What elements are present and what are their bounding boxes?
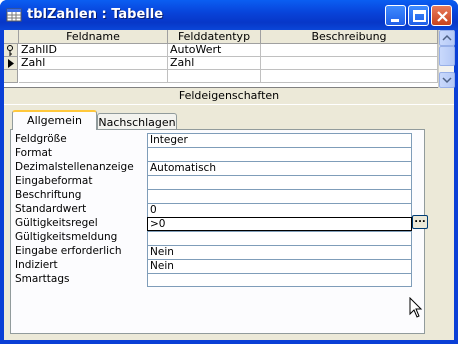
properties-panel: Feldgröße Integer Format Dezimalstellena… — [10, 129, 425, 334]
divider — [4, 104, 454, 105]
scroll-up-icon — [442, 34, 452, 41]
property-label: Eingabeformat — [15, 175, 93, 187]
field-description-cell[interactable] — [261, 44, 438, 57]
maximize-icon — [413, 10, 426, 22]
property-label: Gültigkeitsregel — [15, 217, 98, 229]
property-label: Dezimalstellenanzeige — [15, 161, 134, 173]
property-label: Feldgröße — [15, 133, 67, 145]
scroll-thumb[interactable] — [439, 46, 455, 66]
property-value[interactable] — [147, 189, 412, 203]
scroll-down-button[interactable] — [439, 72, 455, 88]
field-name-cell[interactable] — [19, 70, 168, 83]
field-description-cell[interactable] — [261, 70, 438, 83]
property-label: Gültigkeitsmeldung — [15, 231, 118, 243]
property-label: Standardwert — [15, 203, 87, 215]
table-icon — [6, 8, 22, 22]
property-label: Indiziert — [15, 259, 58, 271]
field-properties-title: Feldeigenschaften — [178, 89, 280, 102]
column-header-feldname[interactable]: Feldname — [19, 30, 168, 44]
column-header-beschreibung[interactable]: Beschreibung — [261, 30, 438, 44]
property-label: Smarttags — [15, 273, 70, 285]
title-bar[interactable]: tblZahlen : Tabelle — [0, 0, 458, 30]
minimize-button[interactable] — [385, 5, 406, 26]
build-button[interactable]: ... — [412, 215, 428, 229]
property-value[interactable] — [147, 273, 412, 287]
property-value[interactable] — [147, 231, 412, 245]
field-description-cell[interactable] — [261, 57, 438, 70]
property-label: Beschriftung — [15, 189, 82, 201]
key-icon — [7, 45, 13, 56]
maximize-button[interactable] — [408, 5, 429, 26]
grid-corner[interactable] — [4, 30, 19, 44]
field-type-cell[interactable]: AutoWert — [168, 44, 261, 57]
property-label: Format — [15, 147, 53, 159]
row-pointer-icon — [8, 59, 14, 68]
property-label: Eingabe erforderlich — [15, 245, 122, 257]
column-header-felddatentyp[interactable]: Felddatentyp — [168, 30, 261, 44]
client-area: Feldname Felddatentyp Beschreibung ZahlI… — [4, 30, 455, 340]
property-value[interactable]: Nein — [147, 259, 412, 273]
property-value[interactable] — [147, 175, 412, 189]
close-button[interactable] — [431, 5, 452, 26]
property-value[interactable]: Integer — [147, 133, 412, 147]
minimize-icon — [391, 19, 399, 22]
property-value[interactable] — [147, 147, 412, 161]
property-value[interactable]: Automatisch — [147, 161, 412, 175]
row-selector[interactable] — [4, 44, 18, 57]
grid-scrollbar[interactable] — [438, 30, 455, 88]
property-value[interactable]: Nein — [147, 245, 412, 259]
window-title: tblZahlen : Tabelle — [27, 7, 164, 22]
field-name-cell[interactable]: Zahl — [19, 57, 168, 70]
row-selector[interactable] — [4, 70, 18, 83]
mouse-cursor-icon — [409, 297, 423, 318]
scroll-up-button[interactable] — [439, 30, 455, 46]
field-name-cell[interactable]: ZahlID — [19, 44, 168, 57]
scroll-down-icon — [442, 77, 452, 84]
field-type-cell[interactable] — [168, 70, 261, 83]
row-selector[interactable] — [4, 57, 18, 70]
property-value-selected[interactable]: >0 — [147, 217, 412, 231]
close-icon — [437, 11, 448, 22]
field-type-cell[interactable]: Zahl — [168, 57, 261, 70]
table-design-window: tblZahlen : Tabelle Feldname Felddatenty… — [0, 0, 458, 344]
field-grid: Feldname Felddatentyp Beschreibung ZahlI… — [4, 30, 455, 88]
property-value[interactable]: 0 — [147, 203, 412, 217]
tab-allgemein[interactable]: Allgemein — [12, 110, 97, 130]
